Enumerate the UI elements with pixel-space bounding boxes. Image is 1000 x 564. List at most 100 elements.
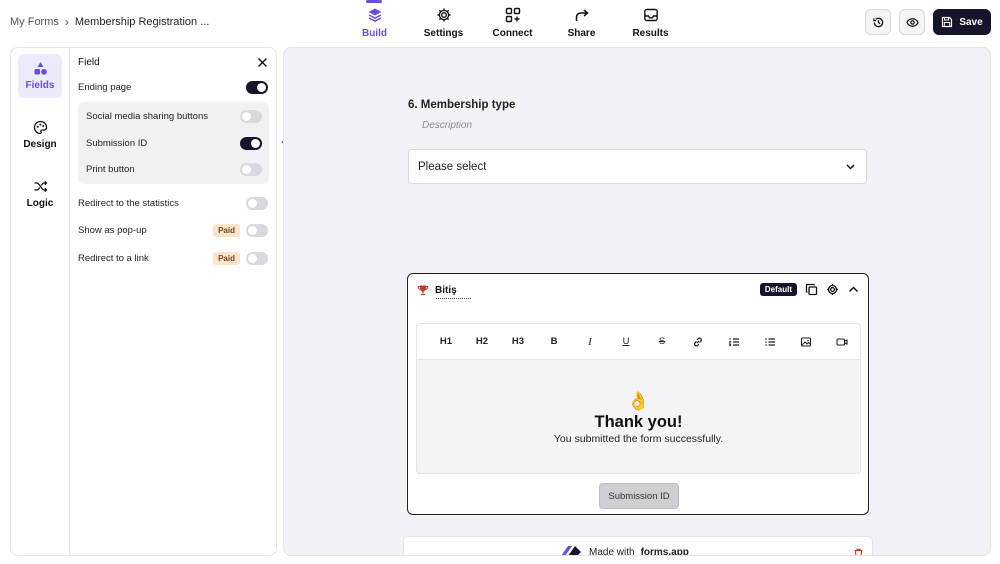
ordered-list-icon (728, 337, 739, 346)
eye-icon (905, 17, 919, 27)
inbox-icon (643, 8, 658, 22)
tab-connect-label: Connect (492, 28, 533, 39)
gear-icon (437, 8, 450, 22)
video-icon (836, 337, 848, 346)
social-sharing-row: Social media sharing buttons (86, 108, 262, 124)
rail-item-design[interactable]: Design (18, 113, 62, 157)
side-rail: Fields Design Logic (11, 48, 70, 555)
heading3-button[interactable]: H3 (500, 331, 536, 353)
ending-page-toggle[interactable] (246, 80, 268, 94)
social-sharing-toggle[interactable] (240, 109, 262, 123)
tab-share-label: Share (567, 28, 596, 39)
field-settings-title: Field (78, 57, 100, 68)
image-button[interactable] (788, 331, 824, 353)
success-message: You submitted the form successfully. (553, 433, 724, 445)
redirect-link-row: Redirect to a link Paid (78, 250, 268, 266)
palette-icon (33, 120, 47, 135)
question-title[interactable]: 6. Membership type (408, 99, 515, 111)
field-settings-panel: Field Ending page Social media sharing b… (70, 48, 276, 555)
tab-settings[interactable]: Settings (409, 0, 478, 44)
print-button-toggle[interactable] (240, 162, 262, 176)
link-button[interactable] (680, 331, 716, 353)
brand-name: forms.app (640, 547, 689, 556)
ending-page-editor[interactable]: H1 H2 H3 B I U S 👌 Thank you! You submit… (416, 323, 861, 474)
ending-page-card[interactable]: Bitiş Default H1 H2 H3 B I U S 👌 Thank y… (407, 273, 869, 515)
gear-icon[interactable] (826, 283, 839, 296)
rail-item-fields-label: Fields (25, 80, 55, 91)
ending-page-row: Ending page (78, 79, 268, 95)
redirect-link-toggle[interactable] (246, 251, 268, 265)
ordered-list-button[interactable] (716, 331, 752, 353)
preview-button[interactable] (899, 9, 925, 35)
heading2-button[interactable]: H2 (464, 331, 500, 353)
membership-type-select[interactable]: Please select (408, 149, 867, 184)
redirect-link-label: Redirect to a link (78, 252, 149, 264)
share-icon (575, 9, 589, 21)
submission-id-toggle[interactable] (240, 136, 262, 150)
tab-build-label: Build (362, 28, 387, 39)
tab-settings-label: Settings (423, 28, 464, 39)
bold-button[interactable]: B (536, 331, 572, 353)
bullet-list-icon (765, 337, 775, 346)
ending-page-title[interactable]: Bitiş (435, 285, 457, 296)
breadcrumb-current-form: Membership Registration ... (74, 16, 210, 28)
tab-results[interactable]: Results (616, 0, 685, 44)
redirect-statistics-row: Redirect to the statistics (78, 195, 268, 211)
trash-icon[interactable] (853, 548, 864, 556)
made-with-text: Made with (589, 547, 635, 556)
bullet-list-button[interactable] (752, 331, 788, 353)
close-icon[interactable] (257, 57, 268, 68)
left-panel: Fields Design Logic Field Ending page So… (10, 47, 277, 556)
heading1-button[interactable]: H1 (428, 331, 464, 353)
save-button[interactable]: Save (933, 9, 991, 35)
select-value: Please select (418, 160, 487, 173)
show-popup-toggle[interactable] (246, 223, 268, 237)
tab-connect[interactable]: Connect (478, 0, 547, 44)
history-icon (872, 17, 883, 27)
breadcrumb-my-forms[interactable]: My Forms (10, 16, 59, 28)
ending-page-header: Bitiş (417, 284, 471, 299)
submission-id-label: Submission ID (86, 137, 148, 149)
branding-footer: Made with forms.app (403, 536, 873, 556)
tab-results-label: Results (632, 28, 669, 39)
made-with-branding: Made with forms.app (559, 545, 689, 556)
connect-icon (505, 7, 520, 23)
tab-build[interactable]: Build (340, 0, 409, 44)
top-actions: Save (865, 9, 991, 35)
ok-hand-emoji: 👌 (627, 391, 650, 411)
duplicate-icon[interactable] (805, 283, 818, 296)
print-button-label: Print button (86, 163, 135, 175)
title-underline (436, 298, 471, 299)
video-button[interactable] (824, 331, 860, 353)
redirect-statistics-label: Redirect to the statistics (78, 197, 179, 209)
question-description[interactable]: Description (422, 120, 472, 131)
underline-button[interactable]: U (608, 331, 644, 353)
forms-app-logo-icon (561, 545, 581, 555)
default-badge: Default (759, 283, 797, 296)
rail-item-fields[interactable]: Fields (18, 54, 62, 98)
show-popup-row: Show as pop-up Paid (78, 222, 268, 238)
print-button-row: Print button (86, 161, 262, 177)
chevron-up-icon[interactable] (847, 283, 860, 296)
breadcrumb-separator: › (64, 15, 69, 29)
field-settings-header: Field (78, 57, 268, 68)
history-button[interactable] (865, 9, 891, 35)
main-nav: Build Settings Connect Share Results (340, 0, 685, 44)
strikethrough-button[interactable]: S (644, 331, 680, 353)
submission-id-row: Submission ID (86, 135, 262, 151)
shuffle-icon (34, 180, 47, 193)
rail-item-logic[interactable]: Logic (18, 172, 62, 216)
submission-id-button[interactable]: Submission ID (599, 483, 679, 509)
floppy-disk-icon (942, 16, 953, 28)
tab-share[interactable]: Share (547, 0, 616, 44)
save-button-label: Save (959, 16, 983, 28)
social-sharing-label: Social media sharing buttons (86, 110, 208, 122)
rail-item-design-label: Design (23, 139, 57, 150)
italic-button[interactable]: I (572, 331, 608, 353)
ending-page-label: Ending page (78, 81, 132, 93)
top-bar: My Forms › Membership Registration ... B… (0, 0, 1000, 44)
redirect-statistics-toggle[interactable] (246, 196, 268, 210)
thank-you-heading: Thank you! (594, 413, 683, 431)
rich-text-toolbar: H1 H2 H3 B I U S (417, 324, 860, 360)
paid-badge: Paid (213, 223, 240, 237)
